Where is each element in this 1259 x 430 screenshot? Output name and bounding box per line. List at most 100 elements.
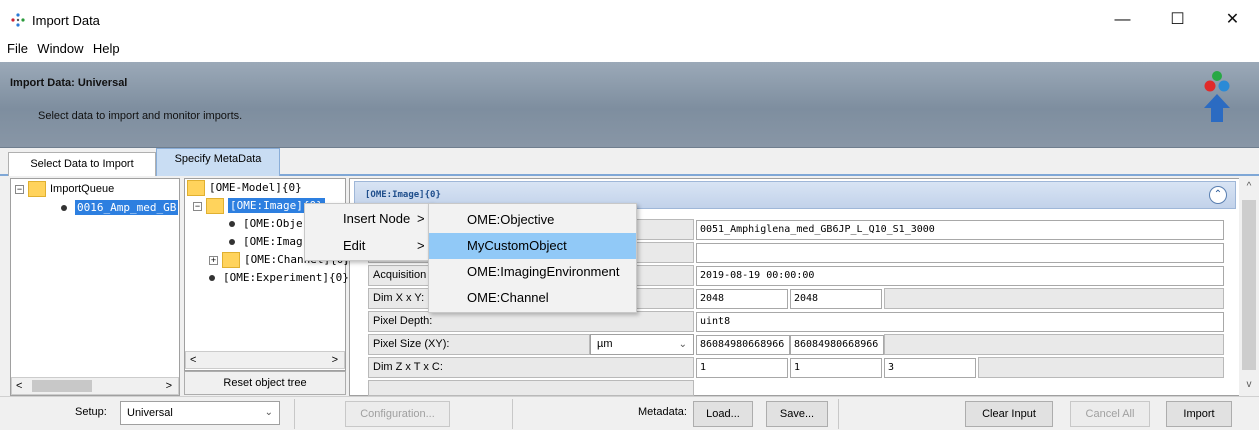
empty-cell bbox=[884, 334, 1224, 355]
configuration-button[interactable]: Configuration... bbox=[345, 401, 450, 427]
setup-value: Universal bbox=[127, 407, 173, 419]
pixel-size-x-field[interactable]: 86084980668966 bbox=[696, 335, 790, 355]
scroll-right-icon[interactable]: > bbox=[332, 352, 338, 368]
node-icon bbox=[229, 239, 235, 245]
chevron-right-icon: > bbox=[417, 238, 425, 253]
horizontal-scrollbar[interactable]: < > bbox=[185, 351, 345, 369]
empty-cell bbox=[978, 357, 1224, 378]
tree-label: 0016_Amp_med_GB bbox=[75, 200, 179, 215]
tree-label: ImportQueue bbox=[50, 183, 115, 195]
menu-item-edit[interactable]: Edit > bbox=[305, 233, 431, 259]
scroll-thumb[interactable] bbox=[32, 380, 92, 392]
reset-object-tree-button[interactable]: Reset object tree bbox=[184, 371, 346, 395]
save-button[interactable]: Save... bbox=[766, 401, 828, 427]
chevron-down-icon: ⌄ bbox=[264, 407, 273, 418]
tree-label: [OME:Imag bbox=[243, 235, 303, 248]
maximize-button[interactable]: ☐ bbox=[1155, 6, 1200, 34]
import-queue-pane: − ImportQueue 0016_Amp_med_GB < > bbox=[10, 178, 180, 396]
chevron-right-icon: > bbox=[417, 211, 425, 226]
tab-specify-metadata[interactable]: Specify MetaData bbox=[156, 148, 280, 176]
tree-row-ome-experiment[interactable]: [OME:Experiment]{0} bbox=[209, 271, 349, 284]
menu-item-label: MyCustomObject bbox=[467, 238, 567, 253]
divider bbox=[294, 399, 295, 429]
metadata-label: Metadata: bbox=[638, 406, 687, 418]
tree-row-ome-objective[interactable]: [OME:Obje bbox=[229, 217, 303, 230]
pixel-size-y-field[interactable]: 86084980668966 bbox=[790, 335, 884, 355]
tab-select-data[interactable]: Select Data to Import bbox=[8, 152, 156, 176]
tree-label: [OME:Obje bbox=[243, 217, 303, 230]
collapse-icon[interactable]: − bbox=[15, 184, 24, 194]
tree-row-ome-model[interactable]: [OME-Model]{0} bbox=[187, 180, 302, 196]
scroll-left-icon[interactable]: < bbox=[16, 378, 22, 394]
submenu-item-objective[interactable]: OME:Objective bbox=[429, 207, 636, 233]
horizontal-scrollbar[interactable]: < > bbox=[11, 377, 179, 395]
panel-title: [OME:Image]{0} bbox=[365, 190, 441, 200]
dim-t-field[interactable]: 1 bbox=[790, 358, 882, 378]
pixel-depth-label: Pixel Depth: bbox=[368, 311, 694, 332]
close-button[interactable]: ✕ bbox=[1210, 6, 1255, 34]
scroll-left-icon[interactable]: < bbox=[190, 352, 196, 368]
divider bbox=[838, 399, 839, 429]
divider bbox=[512, 399, 513, 429]
dim-y-field[interactable]: 2048 bbox=[790, 289, 882, 309]
expand-icon[interactable]: + bbox=[209, 255, 218, 265]
pixel-depth-field[interactable]: uint8 bbox=[696, 312, 1224, 332]
submenu-item-imaging-environment[interactable]: OME:ImagingEnvironment bbox=[429, 259, 636, 285]
menu-window[interactable]: Window bbox=[34, 36, 86, 62]
bottom-toolbar: Setup: Universal ⌄ Configuration... Meta… bbox=[0, 396, 1259, 430]
unit-value: µm bbox=[597, 338, 613, 350]
menu-item-label: OME:ImagingEnvironment bbox=[467, 264, 620, 279]
context-menu: Insert Node > Edit > bbox=[304, 203, 432, 261]
chevron-down-icon: ⌄ bbox=[678, 339, 687, 350]
title-bar: Import Data — ☐ ✕ bbox=[0, 0, 1259, 36]
folder-icon bbox=[222, 252, 240, 268]
scroll-right-icon[interactable]: > bbox=[166, 378, 172, 394]
folder-icon bbox=[28, 181, 46, 197]
description-field[interactable] bbox=[696, 243, 1224, 263]
header-subtitle: Select data to import and monitor import… bbox=[38, 110, 243, 122]
dim-c-field[interactable]: 3 bbox=[884, 358, 976, 378]
menu-item-insert-node[interactable]: Insert Node > bbox=[305, 206, 431, 232]
cancel-all-button[interactable]: Cancel All bbox=[1070, 401, 1150, 427]
insert-node-submenu: OME:Objective MyCustomObject OME:Imaging… bbox=[428, 203, 637, 313]
scroll-down-icon[interactable]: v bbox=[1239, 376, 1259, 394]
vertical-scrollbar[interactable]: ^ v bbox=[1239, 178, 1259, 396]
app-icon bbox=[11, 13, 25, 27]
load-button[interactable]: Load... bbox=[693, 401, 753, 427]
tree-row-queue-item[interactable]: 0016_Amp_med_GB bbox=[61, 200, 179, 215]
folder-icon bbox=[187, 180, 205, 196]
import-button[interactable]: Import bbox=[1166, 401, 1232, 427]
submenu-item-channel[interactable]: OME:Channel bbox=[429, 285, 636, 311]
dim-x-field[interactable]: 2048 bbox=[696, 289, 788, 309]
pixel-size-unit-select[interactable]: µm ⌄ bbox=[590, 334, 694, 355]
submenu-item-mycustomobject[interactable]: MyCustomObject bbox=[429, 233, 636, 259]
clear-input-button[interactable]: Clear Input bbox=[965, 401, 1053, 427]
scroll-up-icon[interactable]: ^ bbox=[1239, 178, 1259, 196]
header-banner: Import Data: Universal Select data to im… bbox=[0, 62, 1259, 148]
image-name-field[interactable]: 0051_Amphiglena_med_GB6JP_L_Q10_S1_3000 bbox=[696, 220, 1224, 240]
setup-select[interactable]: Universal ⌄ bbox=[120, 401, 280, 425]
tree-row-ome-imaging[interactable]: [OME:Imag bbox=[229, 235, 303, 248]
minimize-button[interactable]: — bbox=[1100, 6, 1145, 34]
empty-cell bbox=[884, 288, 1224, 309]
collapse-panel-icon[interactable]: ⌃ bbox=[1209, 186, 1227, 204]
menu-help[interactable]: Help bbox=[90, 36, 123, 62]
tree-row-import-queue[interactable]: − ImportQueue bbox=[15, 181, 114, 197]
omero-logo-icon bbox=[1204, 71, 1230, 122]
setup-label: Setup: bbox=[75, 406, 107, 418]
acquisition-time-field[interactable]: 2019-08-19 00:00:00 bbox=[696, 266, 1224, 286]
scroll-thumb[interactable] bbox=[1242, 200, 1256, 370]
node-icon bbox=[229, 221, 235, 227]
menu-item-label: Insert Node bbox=[343, 211, 411, 226]
menu-bar: File Window Help bbox=[0, 36, 1259, 62]
menu-item-label: Edit bbox=[343, 238, 366, 253]
node-icon bbox=[209, 275, 215, 281]
menu-file[interactable]: File bbox=[0, 36, 31, 62]
dim-z-field[interactable]: 1 bbox=[696, 358, 788, 378]
window-title: Import Data bbox=[32, 13, 100, 28]
folder-icon bbox=[206, 198, 224, 214]
dim-ztc-label: Dim Z x T x C: bbox=[368, 357, 694, 378]
collapse-icon[interactable]: − bbox=[193, 201, 202, 211]
pixel-size-label: Pixel Size (XY): bbox=[368, 334, 590, 355]
header-title: Import Data: Universal bbox=[10, 77, 128, 89]
